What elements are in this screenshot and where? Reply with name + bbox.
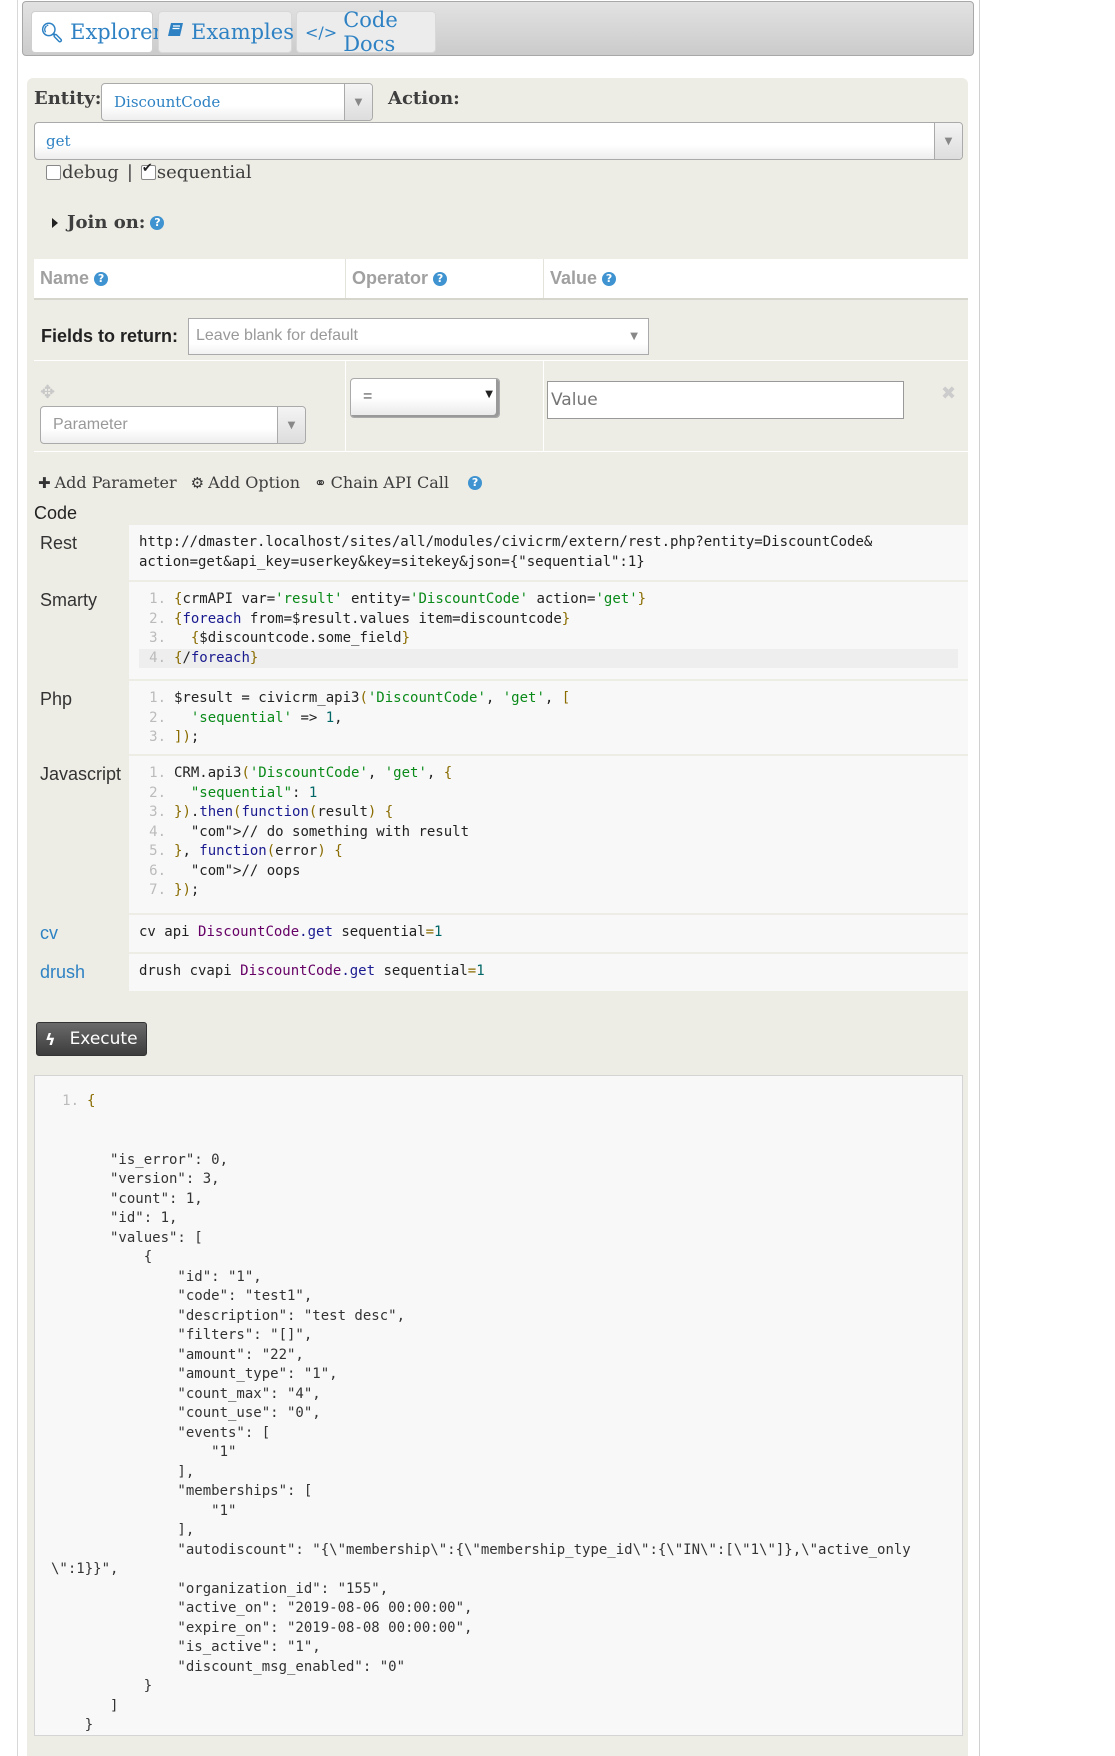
action-label: Action:	[388, 88, 460, 109]
bolt-icon: ϟ	[45, 1029, 56, 1049]
plus-icon: ✚	[38, 473, 51, 492]
smarty-code: 1. {crmAPI var='result' entity='DiscountC…	[129, 582, 968, 679]
chevron-down-icon: ▼	[630, 331, 638, 342]
params-header: Name? Operator? Value?	[34, 259, 968, 300]
separator: |	[126, 162, 133, 183]
code-row-rest: Rest http://dmaster.localhost/sites/all/…	[34, 525, 968, 582]
operator-header: Operator?	[352, 268, 448, 289]
php-code: 1. $result = civicrm_api3('DiscountCode',…	[129, 681, 968, 754]
code-row-smarty: Smarty 1. {crmAPI var='result' entity='Di…	[34, 582, 968, 681]
search-icon: 🔍︎	[40, 21, 65, 44]
execute-button[interactable]: ϟ Execute	[36, 1022, 147, 1056]
code-section-label: Code	[34, 503, 78, 523]
add-parameter-button[interactable]: ✚ Add Parameter	[38, 473, 177, 492]
action-select[interactable]: get ▼	[34, 122, 963, 160]
drush-command: drush cvapi DiscountCode.get sequential=…	[129, 954, 968, 991]
chevron-down-icon: ▼	[344, 84, 372, 120]
help-icon[interactable]: ?	[150, 215, 165, 230]
parameter-placeholder: Parameter	[53, 416, 128, 433]
options-row: debug | sequential	[46, 161, 252, 183]
gear-icon: ⚙	[190, 473, 205, 492]
code-label: Smarty	[34, 582, 128, 679]
code-label: Javascript	[34, 756, 128, 913]
chevron-down-icon: ▼	[485, 389, 493, 400]
chevron-down-icon: ▼	[277, 407, 305, 443]
code-icon: </>	[305, 22, 338, 42]
tab-bar: 🔍︎ Explorer Examples </> Code Docs	[22, 1, 974, 56]
javascript-code: 1. CRM.api3('DiscountCode', 'get', { 2. "…	[129, 756, 968, 913]
fields-to-return-select[interactable]: Leave blank for default ▼	[188, 318, 649, 355]
column-divider	[543, 259, 544, 298]
value-input[interactable]	[547, 381, 904, 419]
cv-command: cv api DiscountCode.get sequential=1	[129, 915, 968, 952]
value-header: Value?	[550, 268, 617, 289]
action-links: ✚ Add Parameter ⚙ Add Option ⚭ Chain API…	[38, 473, 483, 492]
debug-label: debug	[62, 162, 119, 183]
sequential-checkbox[interactable]	[140, 161, 156, 180]
tab-label: Code Docs	[343, 8, 398, 56]
drag-handle-icon[interactable]: ✥	[40, 382, 55, 403]
help-icon[interactable]: ?	[468, 475, 483, 490]
entity-label: Entity:	[34, 88, 102, 109]
code-row-drush: drush drush cvapi DiscountCode.get seque…	[34, 954, 968, 993]
help-icon[interactable]: ?	[94, 271, 109, 286]
chevron-down-icon: ▼	[934, 123, 962, 159]
code-row-cv: cv cv api DiscountCode.get sequential=1	[34, 915, 968, 954]
link-icon: ⚭	[314, 473, 327, 492]
column-divider	[543, 361, 544, 451]
cv-link[interactable]: cv	[34, 915, 128, 952]
drush-link[interactable]: drush	[34, 954, 128, 991]
page-border-right	[979, 0, 980, 1756]
tab-examples[interactable]: Examples	[158, 11, 294, 53]
name-header: Name?	[40, 268, 109, 289]
code-row-javascript: Javascript 1. CRM.api3('DiscountCode', 'g…	[34, 756, 968, 915]
result-json: 1.{ "is_error": 0, "version": 3, "count"…	[51, 1093, 911, 1733]
column-divider	[345, 259, 346, 298]
join-label: Join on:	[67, 212, 146, 233]
page-border-left	[17, 0, 18, 1756]
entity-select[interactable]: DiscountCode ▼	[101, 83, 373, 121]
remove-icon[interactable]: ✖	[941, 383, 956, 404]
book-icon	[167, 21, 185, 44]
action-value: get	[46, 132, 71, 150]
debug-checkbox[interactable]	[46, 165, 61, 180]
entity-value: DiscountCode	[114, 93, 221, 111]
operator-value: =	[363, 388, 373, 405]
code-row-php: Php 1. $result = civicrm_api3('DiscountCo…	[34, 681, 968, 756]
join-on-toggle[interactable]: Join on: ?	[52, 212, 165, 233]
column-divider	[345, 361, 346, 451]
tab-code-docs[interactable]: </> Code Docs	[296, 8, 436, 56]
tab-label: Examples	[191, 20, 294, 44]
chain-api-call-button[interactable]: ⚭ Chain API Call	[314, 473, 449, 492]
code-label: Php	[34, 681, 128, 754]
help-icon[interactable]: ?	[602, 271, 617, 286]
tab-explorer[interactable]: 🔍︎ Explorer	[31, 11, 163, 53]
add-option-button[interactable]: ⚙ Add Option	[191, 473, 300, 492]
result-output: 1.{ "is_error": 0, "version": 3, "count"…	[34, 1075, 963, 1736]
rest-url[interactable]: http://dmaster.localhost/sites/all/modul…	[129, 525, 968, 580]
fields-placeholder: Leave blank for default	[196, 327, 358, 344]
fields-to-return-label: Fields to return:	[41, 326, 179, 346]
sequential-label: sequential	[156, 162, 252, 183]
help-icon[interactable]: ?	[433, 271, 448, 286]
operator-select[interactable]: = ▼	[350, 378, 500, 418]
code-label: Rest	[34, 525, 128, 580]
caret-right-icon	[52, 217, 58, 228]
parameter-select[interactable]: Parameter ▼	[40, 406, 306, 444]
tab-label: Explorer	[70, 20, 163, 44]
